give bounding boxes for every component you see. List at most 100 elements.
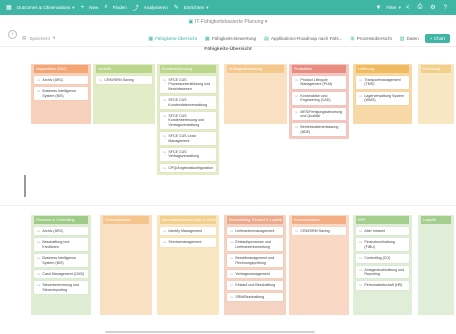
tab-label: Prozessübersicht [356, 36, 392, 41]
application-icon: ▭ [359, 240, 363, 245]
capability-column: Informationstechnologie & Sicherheit ▭Ide… [157, 215, 219, 315]
tab-application-roadmap[interactable]: ▤ Applikations-Roadmap nach Fähi... [262, 35, 344, 43]
capability-card[interactable]: ▭ CRM/SRM Saving [96, 76, 152, 85]
application-icon: ▭ [37, 229, 41, 233]
application-icon: ▭ [359, 229, 363, 233]
column-header[interactable]: Lieferung [356, 65, 409, 73]
card-label: CRM/SRM Saving [300, 229, 330, 233]
capability-card[interactable]: ▭ Cash Management (CMS) [34, 270, 88, 279]
save-dropdown[interactable]: ▤ Speichern ▾ [22, 35, 55, 41]
application-icon: ▭ [163, 229, 167, 233]
tab-label: Fähigkeits-Übersicht [155, 36, 197, 41]
capability-card[interactable]: ▭ Bestellmanagement und Rechnungsprüfung [227, 254, 283, 268]
card-label: Anlagenbuchhaltung und Reporting [364, 267, 405, 277]
capability-card[interactable]: ▭ Lieferantenmanagement [227, 227, 283, 236]
card-label: Alter Intranet [364, 229, 385, 233]
capability-card[interactable]: ▭ Steuerberechnung und Steuerreporting [34, 281, 88, 295]
application-icon: ▭ [37, 256, 41, 261]
capability-card[interactable]: ▭ Finanzbuchhaltung (FIBU) [356, 238, 409, 252]
application-icon: ▭ [359, 256, 363, 261]
application-icon: ▭ [359, 78, 363, 82]
filter-icon: ▼ [375, 4, 382, 11]
nav-outcomes[interactable]: ▦ Outcomes & Observations ▾ [6, 4, 75, 12]
capability-card[interactable]: ▭ MES/Fertigungssteuerung und Qualität [292, 107, 346, 121]
application-icon: ▭ [359, 93, 363, 98]
column-header[interactable]: Kapazitäten (IWZ) [34, 65, 88, 73]
capability-card[interactable]: ▭ CPQ/Angebotskonfiguration [160, 163, 216, 173]
add-chart-button[interactable]: + Chart [424, 34, 450, 43]
capability-card[interactable]: ▭ SFCE CUS Kundendatenverwaltung [160, 96, 216, 110]
tab-capability-assessment[interactable]: ▦ Fähigkeits-Bewertung [203, 35, 258, 43]
capability-card[interactable]: ▭ Anlagenbuchhaltung und Reporting [356, 265, 409, 279]
column-header[interactable]: Logistik [421, 216, 451, 224]
capability-card[interactable]: ▭ Identity Management [160, 227, 216, 236]
capability-card[interactable]: ▭ Alter Intranet [356, 227, 409, 236]
capability-card[interactable]: ▭ SFCE CUS Prozessunterstützung und Beric… [160, 76, 216, 94]
capability-card[interactable]: ▭ Einkaufsprozesse und Lieferantenbewertu… [227, 238, 283, 252]
horizontal-scrollbar[interactable] [105, 331, 315, 333]
column-header[interactable]: Rechnung [421, 65, 451, 73]
column-header[interactable]: Vertrieb [96, 65, 152, 73]
column-header[interactable]: Produktion [292, 65, 346, 73]
nav-setup[interactable]: ✎ Einrichten ▾ [174, 4, 209, 12]
capability-column: Logistik [418, 215, 454, 315]
card-label: Controlling (CO) [364, 256, 391, 261]
tab-capability-overview[interactable]: ▦ Fähigkeits-Übersicht [146, 35, 199, 43]
capability-card[interactable]: ▭ Transportmanagement (TMS) [356, 76, 409, 89]
capability-card[interactable]: ▭ Product Lifecycle Management (PLM) [292, 76, 346, 89]
nav-analyze[interactable]: ⤴ Analysieren [133, 3, 168, 12]
card-label: SFCE CUS Kundenbetreuung und Vertragsver… [168, 114, 204, 127]
capability-card[interactable]: ▭ SFCE CUS Vertragsverwaltung [160, 148, 216, 161]
application-icon: ▭ [37, 89, 41, 94]
application-icon: ▭ [230, 294, 234, 299]
capability-column: Vertrieb ▭ CRM/SRM Saving [93, 64, 155, 124]
capability-card[interactable]: ▭ Business Intelligence System (BIS) [34, 87, 88, 101]
gear-icon[interactable]: ⚙ [430, 4, 435, 11]
column-header[interactable]: Beschaffung, Einkauf & Logistik [227, 216, 283, 224]
column-header[interactable]: Finanzen & Controlling [34, 216, 88, 224]
capability-card[interactable]: ▭ Controlling (CO) [356, 254, 409, 263]
capability-card[interactable]: ▭ Betriebsdatenerfassung (BDE) [292, 123, 346, 137]
nav-find[interactable]: ⌕ Finden [104, 4, 126, 11]
capability-card[interactable]: ▭ CRM/SRM Saving [292, 227, 346, 236]
capability-card[interactable]: ▭ Personalwirtschaft (HR) [356, 281, 409, 290]
print-icon[interactable]: ⎙ [417, 4, 422, 11]
column-header[interactable]: Kommunikation [292, 216, 346, 224]
tab-process-overview[interactable]: ⊞ Prozessübersicht [348, 35, 393, 43]
board-icon: ▦ [204, 35, 210, 42]
topbar-right: ▼ Filter ▾ < ⎙ ⚙ ? [375, 4, 450, 11]
column-header[interactable]: Informationstechnologie & Sicherheit [160, 216, 216, 224]
column-header[interactable]: Personalwesen [103, 216, 149, 224]
resize-handle[interactable] [24, 175, 26, 197]
help-icon[interactable]: ? [444, 5, 447, 11]
capability-card[interactable]: ▭ Konstruktion und Engineering (CAD) [292, 91, 346, 105]
tab-label: Fähigkeits-Bewertung [211, 36, 257, 41]
card-label: Steuerberechnung und Steuerreporting [42, 283, 79, 292]
share-icon[interactable]: < [406, 5, 410, 11]
column-header[interactable]: Auftragsabwicklung [227, 65, 284, 73]
nav-new[interactable]: + New [81, 5, 99, 11]
page-title[interactable]: ▣ IT-Fähigkeitsbasierte Planung ▾ [0, 16, 456, 28]
capability-card[interactable]: ▭ Archiv (ARC) [34, 227, 88, 236]
capability-card[interactable]: ▭ Einkauf und Beschaffung [227, 281, 283, 290]
capability-card[interactable]: ▭ Beschaffung und Kreditoren [34, 238, 88, 252]
capability-card[interactable]: ▭ SRM/Beschaffung [227, 292, 283, 302]
capability-card[interactable]: ▭ SFCE CUS Kundenbetreuung und Vertragsve… [160, 112, 216, 130]
nav-find-label: Finden [112, 5, 127, 10]
application-icon: ▭ [163, 165, 167, 170]
capability-card[interactable]: ▭ Archiv (ARC) [34, 76, 88, 85]
capability-card[interactable]: ▭ Business Intelligence System (BIS) [34, 254, 88, 268]
chevron-down-icon: ▾ [398, 4, 401, 10]
capability-card[interactable]: ▭ Vertragsmanagement [227, 270, 283, 279]
capability-card[interactable]: ▭ Lagerverwaltung System (WMS) [356, 91, 409, 105]
card-label: Betriebsdatenerfassung (BDE) [300, 125, 339, 134]
capability-card[interactable]: ▭ SFCE CUS Lead Management [160, 132, 216, 146]
application-icon: ▭ [295, 93, 299, 98]
tab-data[interactable]: ▥ Daten [398, 35, 421, 43]
column-header[interactable]: ERP [356, 216, 409, 224]
capability-card[interactable]: ▭ Servicemanagement [160, 238, 216, 247]
column-header[interactable]: Kundenbetreuung [160, 65, 216, 73]
capability-column: Auftragsabwicklung [224, 64, 287, 124]
nav-analyze-label: Analysieren [143, 5, 168, 10]
filter-button[interactable]: ▼ Filter ▾ [375, 5, 400, 11]
